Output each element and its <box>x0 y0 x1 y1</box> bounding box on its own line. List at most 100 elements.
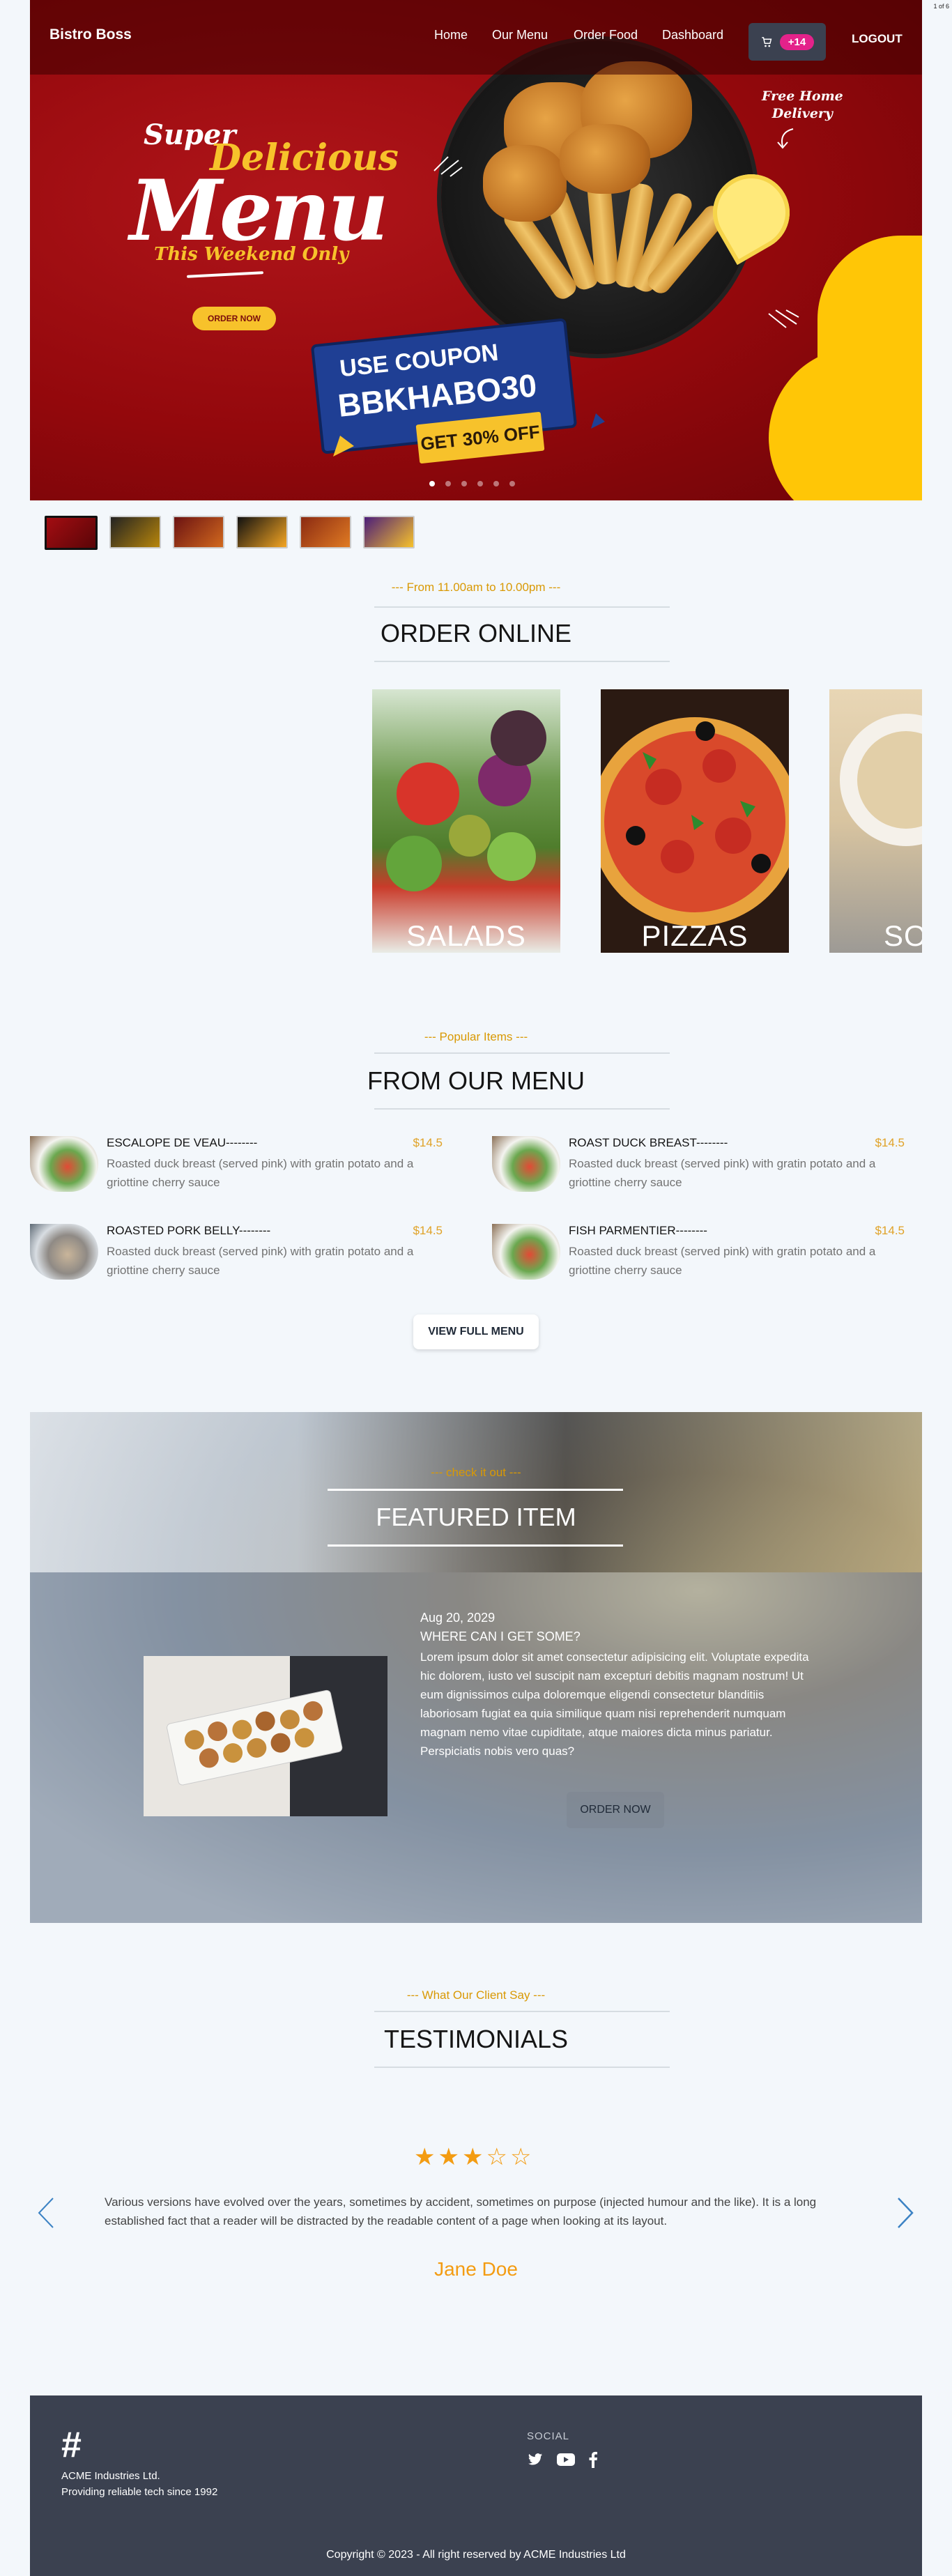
carousel-dot[interactable] <box>429 481 435 486</box>
nav-our-menu[interactable]: Our Menu <box>492 28 548 43</box>
carousel-thumbnail[interactable] <box>109 516 161 549</box>
category-card-pizzas[interactable]: PIZZAS <box>601 689 789 953</box>
menu-item-image <box>492 1136 560 1192</box>
carousel-dot[interactable] <box>445 481 451 486</box>
carousel-dot[interactable] <box>477 481 483 486</box>
carousel-thumbnail[interactable] <box>236 516 288 549</box>
cart-count-badge: +14 <box>779 33 815 50</box>
footer-logo-icon: # <box>61 2425 82 2465</box>
salad-image <box>386 710 546 891</box>
title-divider <box>374 1052 670 1054</box>
testimonial-quote: Various versions have evolved over the y… <box>105 2195 817 2228</box>
cart-icon <box>762 37 772 47</box>
cart-button[interactable]: +14 <box>748 23 826 61</box>
menu-title: FROM OUR MENU <box>367 1066 585 1095</box>
category-label: SO <box>884 919 922 952</box>
menu-item-name: ROAST DUCK BREAST-------- <box>569 1136 728 1149</box>
order-online-title: ORDER ONLINE <box>380 619 572 647</box>
testimonials-subtitle: --- What Our Client Say --- <box>406 1988 546 2002</box>
nav-order-food[interactable]: Order Food <box>574 28 638 43</box>
carousel-dot[interactable] <box>493 481 499 486</box>
twitter-icon[interactable] <box>527 2452 544 2467</box>
carousel-thumbnail[interactable] <box>173 516 224 549</box>
menu-item[interactable]: ESCALOPE DE VEAU-------- $14.5 Roasted d… <box>30 1136 443 1199</box>
brand-logo[interactable]: Bistro Boss <box>49 26 132 43</box>
prev-testimonial-arrow-icon[interactable] <box>35 2195 56 2239</box>
footer-social-icons <box>527 2451 598 2468</box>
title-divider <box>374 2067 670 2068</box>
hero-order-now-button[interactable]: ORDER NOW <box>192 307 276 330</box>
footer-social-heading: SOCIAL <box>527 2430 570 2442</box>
next-testimonial-arrow-icon[interactable] <box>896 2195 916 2239</box>
star-filled-icon: ★ <box>438 2144 459 2170</box>
footer-copyright: Copyright © 2023 - All right reserved by… <box>326 2549 626 2561</box>
confetti-shape-2 <box>591 413 605 429</box>
page-indicator: 1 of 6 <box>933 3 949 10</box>
soup-image <box>840 714 922 846</box>
title-divider <box>328 1544 623 1547</box>
hero-doodle-lines <box>433 156 463 177</box>
logout-button[interactable]: LOGOUT <box>852 32 903 46</box>
menu-item[interactable]: ROASTED PORK BELLY-------- $14.5 Roasted… <box>30 1224 443 1287</box>
hero-weekend-text: This Weekend Only <box>154 244 349 265</box>
carousel-thumbnail[interactable] <box>300 516 351 549</box>
menu-item-image <box>30 1224 98 1280</box>
menu-item-price: $14.5 <box>413 1136 443 1149</box>
carousel-dot[interactable] <box>461 481 467 486</box>
youtube-icon[interactable] <box>556 2452 576 2467</box>
title-divider <box>374 2011 670 2012</box>
carousel-thumbnails <box>45 516 415 550</box>
footer-company-name: ACME Industries Ltd. <box>61 2470 160 2482</box>
featured-title: FEATURED ITEM <box>376 1503 576 1531</box>
menu-item-name: ESCALOPE DE VEAU-------- <box>107 1136 258 1149</box>
nav-home[interactable]: Home <box>434 28 468 43</box>
facebook-icon[interactable] <box>588 2451 598 2468</box>
category-card-salads[interactable]: SALADS <box>372 689 560 953</box>
star-filled-icon: ★ <box>414 2144 436 2170</box>
carousel-dots <box>429 481 515 486</box>
menu-item-price: $14.5 <box>875 1224 905 1237</box>
menu-item-description: Roasted duck breast (served pink) with g… <box>107 1157 414 1189</box>
star-empty-icon: ☆ <box>486 2144 507 2170</box>
top-navbar: Bistro Boss Home Our Menu Order Food Das… <box>30 0 922 75</box>
footer-tagline: Providing reliable tech since 1992 <box>61 2486 218 2498</box>
title-divider <box>374 661 670 662</box>
menu-item-name: FISH PARMENTIER-------- <box>569 1224 707 1237</box>
category-card-soups[interactable]: SO <box>829 689 922 953</box>
title-divider <box>374 1108 670 1110</box>
nav-dashboard[interactable]: Dashboard <box>662 28 723 43</box>
view-full-menu-button[interactable]: VIEW FULL MENU <box>413 1314 539 1349</box>
featured-background <box>30 1412 922 1572</box>
menu-item-name: ROASTED PORK BELLY-------- <box>107 1224 271 1237</box>
star-filled-icon: ★ <box>461 2144 484 2170</box>
hero-yellow-shape-round <box>769 347 922 500</box>
star-empty-icon: ☆ <box>509 2144 532 2170</box>
menu-item-price: $14.5 <box>875 1136 905 1149</box>
menu-item[interactable]: ROAST DUCK BREAST-------- $14.5 Roasted … <box>492 1136 905 1199</box>
footer: # ACME Industries Ltd. Providing reliabl… <box>30 2395 922 2576</box>
carousel-dot[interactable] <box>509 481 515 486</box>
hero-banner: Super Delicious Menu This Weekend Only O… <box>30 0 922 500</box>
featured-section: --- check it out --- FEATURED ITEM Aug 2… <box>30 1412 922 1923</box>
free-delivery-text: Free Home Delivery <box>762 89 843 121</box>
featured-question: WHERE CAN I GET SOME? <box>420 1630 581 1643</box>
menu-item-description: Roasted duck breast (served pink) with g… <box>569 1157 876 1189</box>
category-label: PIZZAS <box>641 919 748 952</box>
menu-item[interactable]: FISH PARMENTIER-------- $14.5 Roasted du… <box>492 1224 905 1287</box>
featured-food-tray-image <box>144 1656 387 1816</box>
menu-item-description: Roasted duck breast (served pink) with g… <box>569 1245 876 1277</box>
hero-doodle-lines-right <box>768 309 799 328</box>
featured-order-now-button[interactable]: ORDER NOW <box>567 1792 664 1828</box>
menu-subtitle: --- Popular Items --- <box>424 1030 528 1043</box>
carousel-thumbnail[interactable] <box>45 516 98 550</box>
carousel-thumbnail[interactable] <box>363 516 415 549</box>
featured-subtitle: --- check it out --- <box>431 1466 521 1479</box>
order-online-subtitle: --- From 11.00am to 10.00pm --- <box>391 581 561 594</box>
curved-arrow-icon <box>777 128 794 149</box>
testimonials-title: TESTIMONIALS <box>383 2025 569 2053</box>
title-divider <box>328 1489 623 1491</box>
menu-item-image <box>492 1224 560 1280</box>
hero-underline <box>186 271 264 278</box>
featured-date: Aug 20, 2029 <box>420 1611 496 1625</box>
menu-item-description: Roasted duck breast (served pink) with g… <box>107 1245 414 1277</box>
